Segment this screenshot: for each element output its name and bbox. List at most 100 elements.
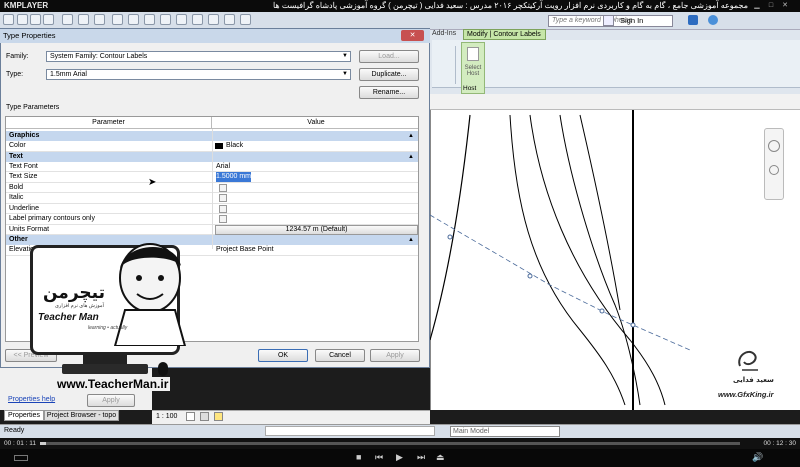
bold-checkbox[interactable] <box>219 183 227 192</box>
family-label: Family: <box>6 53 29 60</box>
column-header-value[interactable]: Value <box>213 117 419 128</box>
units-format-button[interactable]: 1234.57 m (Default) <box>215 224 418 235</box>
app-menu-icon[interactable] <box>3 14 14 25</box>
3d-view-icon[interactable] <box>176 14 187 25</box>
collapse-icon[interactable]: ▲ <box>408 152 414 162</box>
duplicate-button[interactable]: Duplicate... <box>359 68 419 81</box>
select-host-icon <box>467 47 479 61</box>
teacherman-brand-fa: تیچرمن <box>43 283 105 303</box>
minimize-icon[interactable]: ▁ <box>752 1 762 10</box>
text-icon[interactable] <box>160 14 171 25</box>
teacherman-url: www.TeacherMan.ir <box>55 377 171 391</box>
host-panel-label: Host <box>463 85 477 92</box>
collapse-icon[interactable]: ▲ <box>408 235 414 245</box>
eject-icon[interactable]: ⏏ <box>436 452 445 463</box>
italic-checkbox[interactable] <box>219 194 227 202</box>
grid-header: Parameter Value <box>6 117 418 129</box>
ribbon-panel <box>432 40 800 88</box>
tab-add-ins[interactable]: Add-Ins <box>432 30 456 37</box>
visual-style-icon[interactable] <box>200 412 209 421</box>
param-value[interactable]: Project Base Point <box>216 245 274 255</box>
previous-icon[interactable]: ⏮ <box>375 452 383 463</box>
total-time: 00 : 12 : 30 <box>763 440 796 447</box>
label-point <box>630 322 636 328</box>
param-name: Text Font <box>9 162 38 170</box>
thin-lines-icon[interactable] <box>208 14 219 25</box>
steering-wheel-icon[interactable] <box>768 140 780 152</box>
open-icon[interactable] <box>17 14 28 25</box>
collapse-icon[interactable]: ▲ <box>408 131 414 141</box>
workset-select[interactable]: Main Model <box>450 426 560 437</box>
load-button[interactable]: Load... <box>359 50 419 63</box>
help-icon[interactable] <box>708 15 718 25</box>
teacherman-brand-subtitle: آموزش های نرم افزاری <box>55 303 104 309</box>
player-window-title: مجموعه آموزشی جامع ، گام به گام و کاربرد… <box>272 1 748 10</box>
close-icon[interactable]: ✕ <box>780 1 790 10</box>
player-logo: KMPLAYER <box>4 1 49 10</box>
sign-in-link[interactable]: Sign In <box>620 16 643 25</box>
horizontal-scrollbar[interactable] <box>265 426 435 436</box>
gfxking-url: www.GfxKing.ir <box>718 390 774 399</box>
group-label: Other <box>9 236 28 243</box>
mouse-cursor-icon: ➤ <box>148 177 157 188</box>
sun-path-icon[interactable] <box>214 412 223 421</box>
param-name: Color <box>9 142 26 149</box>
type-label: Type: <box>6 71 24 78</box>
column-header-parameter[interactable]: Parameter <box>6 117 212 128</box>
tab-modify-contour-labels[interactable]: Modify | Contour Labels <box>463 29 546 40</box>
status-text: Ready <box>4 427 25 434</box>
apply-button[interactable]: Apply <box>370 349 420 362</box>
select-host-label: Select Host <box>464 65 482 77</box>
tag-icon[interactable] <box>144 14 155 25</box>
zoom-icon[interactable] <box>769 165 779 175</box>
exchange-apps-icon[interactable] <box>688 15 698 25</box>
label-point <box>527 273 533 279</box>
sync-icon[interactable] <box>43 14 54 25</box>
next-icon[interactable]: ⏭ <box>417 452 425 463</box>
dialog-title: Type Properties <box>0 29 430 43</box>
volume-icon[interactable]: 🔊 <box>752 452 763 463</box>
contour-line <box>559 114 641 406</box>
group-label: Text <box>9 152 23 160</box>
save-icon[interactable] <box>30 14 41 25</box>
ribbon-tools-group[interactable] <box>436 46 456 84</box>
type-select[interactable]: 1.5mm Arial ▼ <box>46 69 351 80</box>
measure-icon[interactable] <box>112 14 123 25</box>
print-icon[interactable] <box>94 14 105 25</box>
player-settings-icon[interactable] <box>14 455 28 461</box>
maximize-icon[interactable]: □ <box>766 1 776 10</box>
rename-button[interactable]: Rename... <box>359 86 419 99</box>
tab-project-browser[interactable]: Project Browser - topo <box>44 410 119 421</box>
column-divider <box>212 129 213 249</box>
dialog-close-button[interactable]: ✕ <box>401 30 424 41</box>
seek-track[interactable] <box>40 442 740 445</box>
detail-level-icon[interactable] <box>186 412 195 421</box>
user-icon[interactable] <box>603 15 614 26</box>
properties-help-link[interactable]: Properties help <box>8 396 55 403</box>
view-scale[interactable]: 1 : 100 <box>156 413 177 420</box>
param-value[interactable]: Arial <box>216 162 230 172</box>
navigation-bar[interactable] <box>764 128 784 200</box>
section-icon[interactable] <box>192 14 203 25</box>
param-name: Units Format <box>9 225 50 233</box>
mouse-icon <box>158 362 168 376</box>
tab-properties[interactable]: Properties <box>4 410 44 421</box>
redo-icon[interactable] <box>78 14 89 25</box>
ok-button[interactable]: OK <box>258 349 308 362</box>
underline-checkbox[interactable] <box>219 204 227 213</box>
text-size-input[interactable]: 1.5000 mm <box>216 172 252 182</box>
properties-apply-button[interactable]: Apply <box>87 394 135 407</box>
cancel-button[interactable]: Cancel <box>315 349 365 362</box>
undo-icon[interactable] <box>62 14 73 25</box>
close-hidden-icon[interactable] <box>224 14 235 25</box>
type-select-value: 1.5mm Arial <box>50 71 87 78</box>
switch-windows-icon[interactable] <box>240 14 251 25</box>
chevron-down-icon: ▼ <box>342 53 348 59</box>
param-value: Black <box>226 142 244 149</box>
play-icon[interactable]: ▶ <box>396 452 403 463</box>
family-select[interactable]: System Family: Contour Labels ▼ <box>46 51 351 62</box>
dimension-icon[interactable] <box>128 14 139 25</box>
primary-contours-checkbox[interactable] <box>219 215 227 223</box>
contour-line <box>579 114 621 311</box>
stop-icon[interactable]: ■ <box>356 452 361 462</box>
